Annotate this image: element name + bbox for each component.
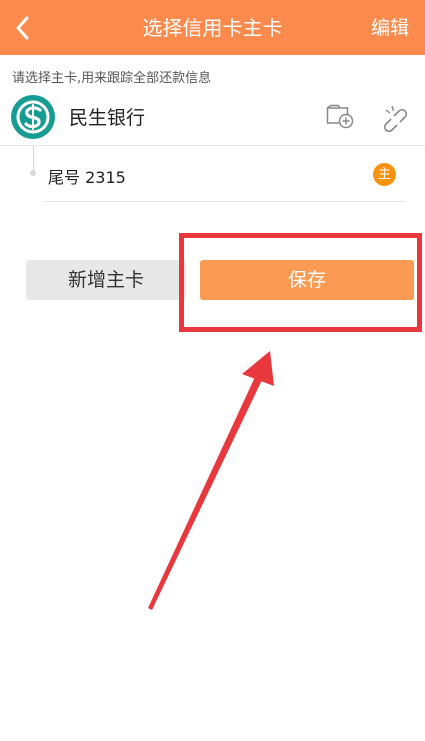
annotation-arrow	[148, 351, 274, 610]
